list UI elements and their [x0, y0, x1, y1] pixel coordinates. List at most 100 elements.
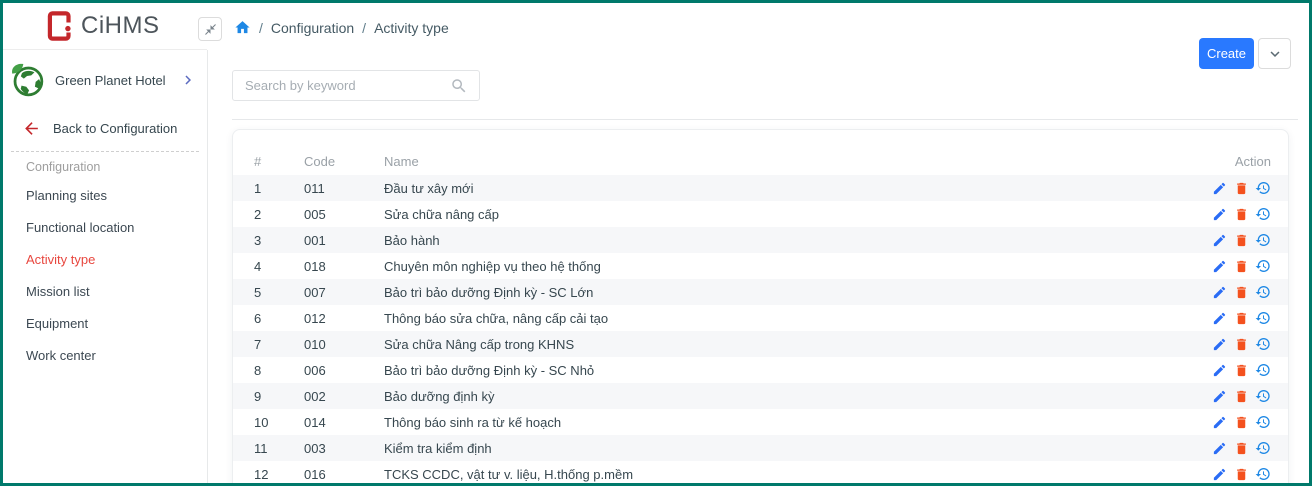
row-index: 6 [254, 311, 304, 326]
table-row: 9 002 Bảo dưỡng định kỳ [233, 383, 1288, 409]
edit-button[interactable] [1211, 206, 1227, 222]
delete-button[interactable] [1233, 466, 1249, 482]
delete-trash-icon [1234, 181, 1249, 196]
history-button[interactable] [1255, 232, 1271, 248]
logo-row: CiHMS [3, 3, 207, 50]
edit-button[interactable] [1211, 388, 1227, 404]
edit-button[interactable] [1211, 180, 1227, 196]
delete-trash-icon [1234, 311, 1249, 326]
history-button[interactable] [1255, 388, 1271, 404]
sidebar-item-equipment[interactable]: Equipment [3, 307, 207, 339]
row-code: 001 [304, 233, 384, 248]
history-button[interactable] [1255, 466, 1271, 482]
history-clock-icon [1255, 206, 1271, 222]
delete-trash-icon [1234, 415, 1249, 430]
delete-button[interactable] [1233, 206, 1249, 222]
history-button[interactable] [1255, 206, 1271, 222]
delete-button[interactable] [1233, 232, 1249, 248]
row-actions [1211, 336, 1271, 352]
edit-button[interactable] [1211, 466, 1227, 482]
create-dropdown-button[interactable] [1258, 38, 1291, 69]
delete-button[interactable] [1233, 336, 1249, 352]
sidebar-item-planning-sites[interactable]: Planning sites [3, 179, 207, 211]
breadcrumb: / Configuration / Activity type [234, 19, 449, 36]
history-clock-icon [1255, 336, 1271, 352]
hotel-selector[interactable]: Green Planet Hotel [3, 58, 207, 102]
table-row: 11 003 Kiểm tra kiểm định [233, 435, 1288, 461]
edit-pencil-icon [1212, 389, 1227, 404]
table-row: 8 006 Bảo trì bảo dưỡng Định kỳ - SC Nhỏ [233, 357, 1288, 383]
back-arrow-icon [22, 119, 41, 138]
history-button[interactable] [1255, 258, 1271, 274]
sidebar-collapse-button[interactable] [198, 17, 222, 41]
history-button[interactable] [1255, 440, 1271, 456]
row-name: Thông báo sinh ra từ kế hoạch [384, 415, 1211, 430]
delete-button[interactable] [1233, 180, 1249, 196]
delete-button[interactable] [1233, 362, 1249, 378]
sidebar-item-activity-type[interactable]: Activity type [3, 243, 207, 275]
chevron-down-icon [1266, 45, 1284, 63]
row-name: TCKS CCDC, vật tư v. liệu, H.thống p.mềm [384, 467, 1211, 482]
table-row: 1 011 Đầu tư xây mới [233, 175, 1288, 201]
table-row: 7 010 Sửa chữa Nâng cấp trong KHNS [233, 331, 1288, 357]
history-clock-icon [1255, 362, 1271, 378]
sidebar-section-label: Configuration [26, 160, 100, 174]
row-code: 002 [304, 389, 384, 404]
delete-button[interactable] [1233, 284, 1249, 300]
row-index: 12 [254, 467, 304, 482]
edit-button[interactable] [1211, 310, 1227, 326]
history-button[interactable] [1255, 310, 1271, 326]
table-body: 1 011 Đầu tư xây mới 2 005 Sửa chữa nâ [233, 175, 1288, 486]
edit-button[interactable] [1211, 440, 1227, 456]
edit-button[interactable] [1211, 232, 1227, 248]
history-clock-icon [1255, 466, 1271, 482]
history-button[interactable] [1255, 180, 1271, 196]
sidebar-border [207, 50, 208, 483]
row-name: Sửa chữa Nâng cấp trong KHNS [384, 337, 1211, 352]
table-row: 4 018 Chuyên môn nghiệp vụ theo hệ thống [233, 253, 1288, 279]
edit-pencil-icon [1212, 363, 1227, 378]
delete-trash-icon [1234, 285, 1249, 300]
edit-button[interactable] [1211, 414, 1227, 430]
sidebar-item-work-center[interactable]: Work center [3, 339, 207, 371]
delete-trash-icon [1234, 259, 1249, 274]
delete-button[interactable] [1233, 414, 1249, 430]
delete-button[interactable] [1233, 440, 1249, 456]
create-button[interactable]: Create [1199, 38, 1254, 69]
history-button[interactable] [1255, 284, 1271, 300]
search-input[interactable] [233, 78, 450, 93]
row-index: 2 [254, 207, 304, 222]
delete-trash-icon [1234, 441, 1249, 456]
delete-button[interactable] [1233, 388, 1249, 404]
row-actions [1211, 362, 1271, 378]
row-index: 4 [254, 259, 304, 274]
home-icon[interactable] [234, 19, 251, 36]
edit-button[interactable] [1211, 258, 1227, 274]
breadcrumb-item-configuration[interactable]: Configuration [271, 20, 354, 36]
table-header: # Code Name Action [233, 130, 1288, 175]
delete-button[interactable] [1233, 310, 1249, 326]
history-button[interactable] [1255, 362, 1271, 378]
edit-button[interactable] [1211, 362, 1227, 378]
history-button[interactable] [1255, 414, 1271, 430]
app-logo-text: CiHMS [81, 12, 160, 40]
table-row: 6 012 Thông báo sửa chữa, nâng cấp cải t… [233, 305, 1288, 331]
delete-button[interactable] [1233, 258, 1249, 274]
row-name: Bảo trì bảo dưỡng Định kỳ - SC Lớn [384, 285, 1211, 300]
edit-button[interactable] [1211, 284, 1227, 300]
delete-trash-icon [1234, 467, 1249, 482]
edit-button[interactable] [1211, 336, 1227, 352]
edit-pencil-icon [1212, 285, 1227, 300]
history-button[interactable] [1255, 336, 1271, 352]
row-code: 014 [304, 415, 384, 430]
sidebar-item-mission-list[interactable]: Mission list [3, 275, 207, 307]
chevron-right-icon [179, 71, 197, 89]
sidebar-item-functional-location[interactable]: Functional location [3, 211, 207, 243]
row-index: 10 [254, 415, 304, 430]
back-to-configuration-link[interactable]: Back to Configuration [3, 113, 207, 143]
edit-pencil-icon [1212, 259, 1227, 274]
breadcrumb-separator: / [259, 20, 263, 36]
search-icon[interactable] [450, 77, 468, 95]
row-actions [1211, 284, 1271, 300]
back-link-label: Back to Configuration [53, 121, 177, 136]
